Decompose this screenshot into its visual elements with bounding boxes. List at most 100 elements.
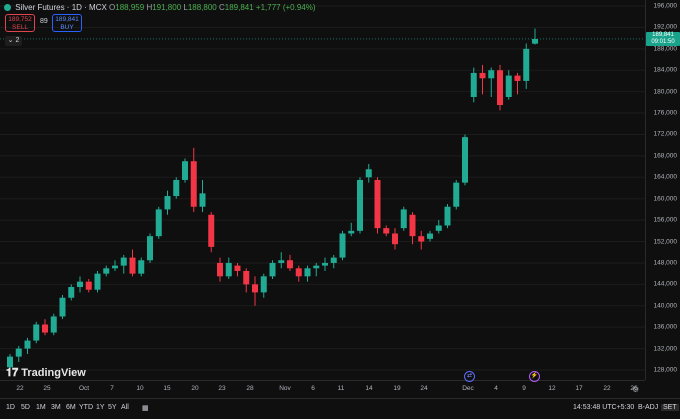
candle[interactable] [164,190,171,215]
candle-body [190,161,197,207]
candle-body [523,48,530,81]
candle[interactable] [50,313,57,336]
price-tick-label: 140,000 [653,302,678,310]
date-range-icon[interactable]: ▦ [142,404,149,412]
candle[interactable] [532,28,538,45]
candle[interactable] [59,295,66,320]
candle[interactable] [365,163,372,183]
candle[interactable] [453,179,460,210]
adjustment-toggle[interactable]: B-ADJ [638,404,658,411]
candlestick-chart[interactable] [0,0,645,380]
range-all[interactable]: All [121,404,129,411]
candle[interactable] [260,273,267,298]
collapse-indicators-button[interactable]: ⌄ 2 [5,36,22,46]
candle[interactable] [400,206,407,231]
candle[interactable] [112,260,118,271]
candle[interactable] [339,230,346,261]
dividend-event-icon[interactable]: ⇄ [464,371,475,382]
candle[interactable] [392,228,398,250]
candle[interactable] [418,230,425,250]
candle[interactable] [444,204,451,229]
gear-icon[interactable]: ⚙ [632,385,639,394]
candle[interactable] [33,321,40,344]
range-3m[interactable]: 3M [51,404,61,411]
candle[interactable] [94,270,101,293]
candle[interactable] [278,252,285,269]
price-tick-label: 136,000 [653,323,678,331]
price-tick-label: 152,000 [653,238,678,246]
candle-body [120,257,127,266]
candle[interactable] [427,230,433,242]
candle[interactable] [488,67,495,97]
time-tick-label: 4 [494,385,498,392]
current-price-label: 189,841 [652,31,674,38]
candle[interactable] [155,206,162,239]
candle[interactable] [409,212,416,245]
candle[interactable] [357,177,363,234]
candle[interactable] [497,64,503,111]
candle[interactable] [42,319,48,336]
candle[interactable] [514,72,521,95]
candle[interactable] [505,70,512,100]
symbol-title[interactable]: Silver Futures · 1D · MCX [15,3,107,12]
candle[interactable] [374,177,381,234]
range-ytd[interactable]: YTD [79,404,93,411]
candle[interactable] [182,158,188,183]
range-5d[interactable]: 5D [21,404,30,411]
candle[interactable] [330,254,337,269]
candle-body [94,273,101,290]
range-1y[interactable]: 1Y [96,404,105,411]
candle[interactable] [304,265,311,282]
clock-time[interactable]: 14:53:48 UTC+5:30 [573,404,634,411]
buy-label: BUY [60,24,74,31]
range-1d[interactable]: 1D [6,404,15,411]
price-axis[interactable]: 196,000 192,000 188,000 184,000 180,000 176,0… [645,0,680,380]
candle[interactable] [523,43,530,89]
candle[interactable] [479,64,486,95]
candle-body [304,268,311,277]
candle[interactable] [252,276,258,306]
candle[interactable] [383,225,390,237]
buy-button[interactable]: 189,841 BUY [52,14,82,32]
candle-body [15,348,22,357]
candle[interactable] [208,212,215,253]
chart-area[interactable] [0,0,645,380]
candle[interactable] [24,337,31,354]
candle[interactable] [68,284,75,301]
candle[interactable] [470,67,477,103]
range-5y[interactable]: 5Y [108,404,117,411]
candle[interactable] [234,262,241,277]
tradingview-logo-text: TradingView [21,367,86,379]
candle[interactable] [129,249,136,277]
candle[interactable] [322,257,328,271]
candle[interactable] [225,257,232,279]
time-axis[interactable]: 22 25 Oct 7 10 15 20 23 28 Nov 6 11 14 19 24 Dec 4 9 12 17 2… [0,380,645,399]
candle[interactable] [313,262,320,277]
candle[interactable] [120,254,127,274]
tradingview-logo[interactable]: 𝟏𝟕 TradingView [6,367,86,380]
candle[interactable] [295,265,302,282]
candle[interactable] [190,147,197,213]
settlement-toggle[interactable]: SET [661,404,679,411]
candle[interactable] [348,222,355,237]
time-tick-label: 10 [136,385,144,392]
candle-body [182,161,188,180]
candle[interactable] [199,179,206,213]
sell-button[interactable]: 189,752 SELL [5,14,35,32]
candle[interactable] [85,279,92,293]
range-6m[interactable]: 6M [66,404,76,411]
candle[interactable] [269,260,276,279]
candle-body [479,72,486,79]
candle[interactable] [435,220,442,234]
candle[interactable] [243,268,250,293]
candle[interactable] [462,134,468,186]
candle[interactable] [103,265,110,277]
range-1m[interactable]: 1M [36,404,46,411]
candle[interactable] [287,254,293,271]
lightning-event-icon[interactable]: ⚡ [529,371,540,382]
candle[interactable] [147,233,153,263]
candle[interactable] [138,257,145,277]
candle[interactable] [77,276,83,293]
candle[interactable] [217,257,223,282]
candle[interactable] [173,177,180,199]
